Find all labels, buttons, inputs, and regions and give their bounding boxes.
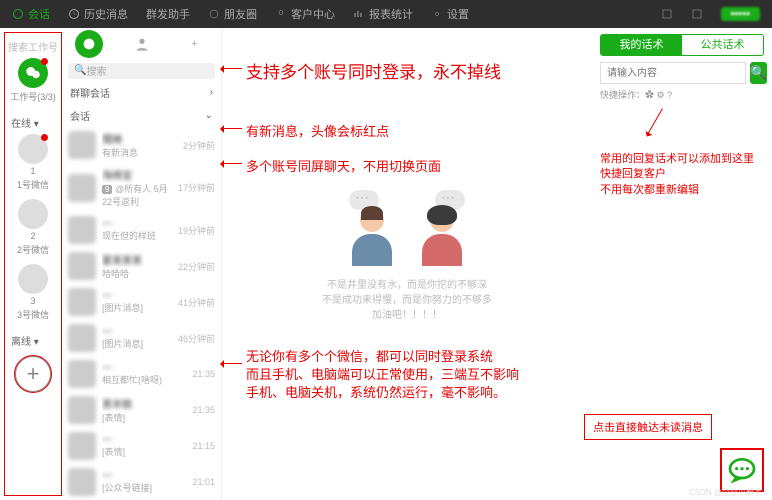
callout-multi-device: 无论你有多个个微信，都可以同时登录系统 而且手机、电脑端可以正常使用，三端互不影…: [246, 348, 519, 403]
user-icon: [275, 8, 287, 20]
top-nav: 会话 历史消息 群发助手 朋友圈 客户中心 报表统计 设置 ▪▪▪▪▪: [0, 0, 772, 28]
callout-multi-login: 支持多个账号同时登录，永不掉线: [246, 58, 501, 83]
tab-chats[interactable]: [75, 30, 103, 58]
nav-customer[interactable]: 客户中心: [275, 6, 335, 22]
account-3[interactable]: 33号微信: [17, 264, 49, 321]
empty-text: 不是井里没有水，而是你挖的不够深 不是成功来得慢，而是你努力的不够多 加油吧！！…: [322, 278, 492, 323]
account-1[interactable]: 11号微信: [17, 134, 49, 191]
conv-item[interactable]: 霍莱莱莱哈哈哈22分钟前: [62, 248, 221, 284]
empty-illustration: 不是井里没有水，而是你挖的不够深 不是成功来得慢，而是你努力的不够多 加油吧！！…: [322, 208, 492, 323]
conv-item[interactable]: —现在但的样班19分钟前: [62, 212, 221, 248]
conv-item[interactable]: —[公众号链接]21:01: [62, 464, 221, 500]
moments-icon: [208, 8, 220, 20]
tab-contacts[interactable]: [128, 30, 156, 58]
chat-section[interactable]: 会话⌄: [62, 104, 221, 127]
nav-settings[interactable]: 设置: [431, 6, 469, 22]
script-search-input[interactable]: [600, 62, 746, 84]
callout-unread: 点击直接触达未读消息: [584, 414, 712, 440]
nav-history[interactable]: 历史消息: [68, 6, 128, 22]
tab-add[interactable]: +: [181, 30, 209, 58]
gear-icon: [431, 8, 443, 20]
callout-scripts: 常用的回复话术可以添加到这里 快捷回复客户 不用每次都重新编辑: [600, 152, 764, 198]
user-badge[interactable]: ▪▪▪▪▪: [721, 7, 761, 21]
add-account-button[interactable]: +: [15, 356, 51, 392]
bubble-icon: [81, 36, 97, 52]
conv-item[interactable]: —[图片消息]41分钟前: [62, 284, 221, 320]
conv-item[interactable]: 摆摊有新消息2分钟前: [62, 127, 221, 163]
unread-fab[interactable]: [720, 448, 764, 492]
rail-search-label: 搜索工作号: [8, 39, 58, 54]
wechat-icon: [24, 64, 42, 82]
online-section: 在线 ▾: [11, 115, 39, 130]
callout-new-msg: 有新消息，头像会标红点: [246, 121, 389, 140]
nav-moments[interactable]: 朋友圈: [208, 6, 257, 22]
script-search-button[interactable]: 🔍: [750, 62, 767, 84]
conv-item[interactable]: 海绵宝9 @所有人 5月22号返利17分钟前: [62, 163, 221, 212]
offline-section: 离线 ▾: [11, 333, 39, 348]
tab-public-scripts[interactable]: 公共话术: [682, 35, 763, 55]
nav-broadcast[interactable]: 群发助手: [146, 6, 190, 22]
work-account[interactable]: 工作号(3/3): [10, 58, 56, 103]
nav-chat[interactable]: 会话: [12, 6, 50, 22]
person-icon: [134, 36, 150, 52]
quick-ops: 快捷操作：✿ ⚙ ?: [600, 88, 764, 101]
window-icon[interactable]: [661, 8, 673, 20]
conv-item[interactable]: —[图片消息]46分钟前: [62, 320, 221, 356]
conv-item[interactable]: 黑羊糕[表情]21:35: [62, 392, 221, 428]
callout-same-screen: 多个账号同屏聊天，不用切换页面: [246, 156, 441, 175]
tab-my-scripts[interactable]: 我的话术: [601, 35, 682, 55]
center-panel: 支持多个账号同时登录，永不掉线 有新消息，头像会标红点 多个账号同屏聊天，不用切…: [222, 28, 592, 500]
watermark: CSDN @企业小帮手: [689, 487, 762, 498]
chart-icon: [353, 8, 365, 20]
script-tabs: 我的话术 公共话术: [600, 34, 764, 56]
chat-bubble-icon: [726, 454, 758, 486]
clock-icon: [68, 8, 80, 20]
chat-icon: [12, 8, 24, 20]
conv-item[interactable]: —相互都忙(啥呀)21:35: [62, 356, 221, 392]
group-chat-section[interactable]: 群聊会话›: [62, 81, 221, 104]
conv-search[interactable]: 🔍 搜索: [68, 63, 215, 79]
account-2[interactable]: 22号微信: [17, 199, 49, 256]
nav-reports[interactable]: 报表统计: [353, 6, 413, 22]
expand-icon[interactable]: [691, 8, 703, 20]
conversation-list: + 🔍 搜索 群聊会话› 会话⌄ 摆摊有新消息2分钟前海绵宝9 @所有人 5月2…: [62, 28, 222, 500]
conv-item[interactable]: —[表情]21:15: [62, 428, 221, 464]
account-rail: 搜索工作号 工作号(3/3) 在线 ▾ 11号微信 22号微信 33号微信 离线…: [4, 32, 62, 496]
